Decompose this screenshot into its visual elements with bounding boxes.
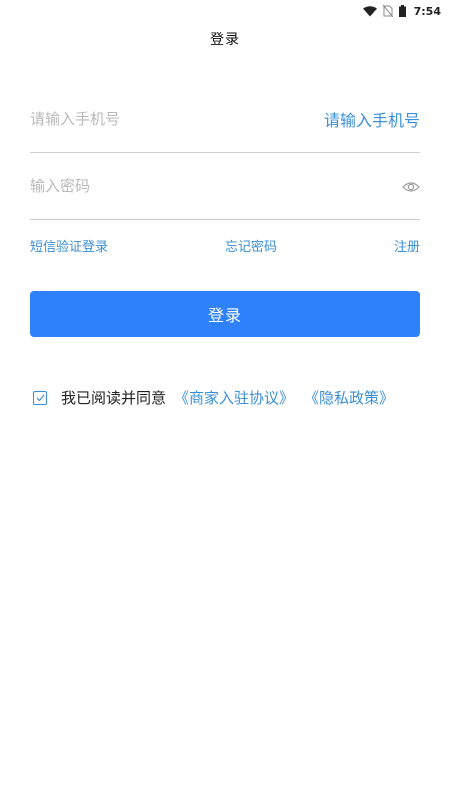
login-button[interactable]: 登录 — [30, 291, 420, 337]
privacy-policy-link[interactable]: 《隐私政策》 — [304, 387, 394, 408]
sms-login-link[interactable]: 短信验证登录 — [30, 236, 108, 255]
phone-field: 请输入手机号 — [30, 86, 420, 153]
forgot-password-link[interactable]: 忘记密码 — [225, 236, 277, 255]
merchant-agreement-link[interactable]: 《商家入驻协议》 — [174, 387, 294, 408]
checkmark-icon — [36, 394, 44, 401]
agreement-prefix: 我已阅读并同意 — [61, 389, 167, 407]
battery-icon — [398, 5, 406, 17]
no-sim-icon — [382, 5, 393, 17]
phone-input[interactable] — [30, 110, 290, 128]
wifi-icon — [362, 5, 377, 17]
password-input[interactable] — [30, 177, 290, 195]
agreement-row: 我已阅读并同意 《商家入驻协议》 《隐私政策》 — [33, 387, 394, 408]
password-field — [30, 153, 420, 220]
status-time: 7:54 — [413, 4, 441, 18]
header: 登录 — [0, 22, 450, 56]
phone-hint-label: 请输入手机号 — [323, 111, 420, 130]
agreement-checkbox[interactable] — [33, 390, 47, 405]
register-link[interactable]: 注册 — [394, 236, 420, 255]
page-title: 登录 — [210, 32, 240, 48]
auth-links: 短信验证登录 忘记密码 注册 — [30, 236, 420, 255]
status-bar: 7:54 — [0, 0, 450, 22]
eye-icon[interactable] — [402, 179, 420, 193]
